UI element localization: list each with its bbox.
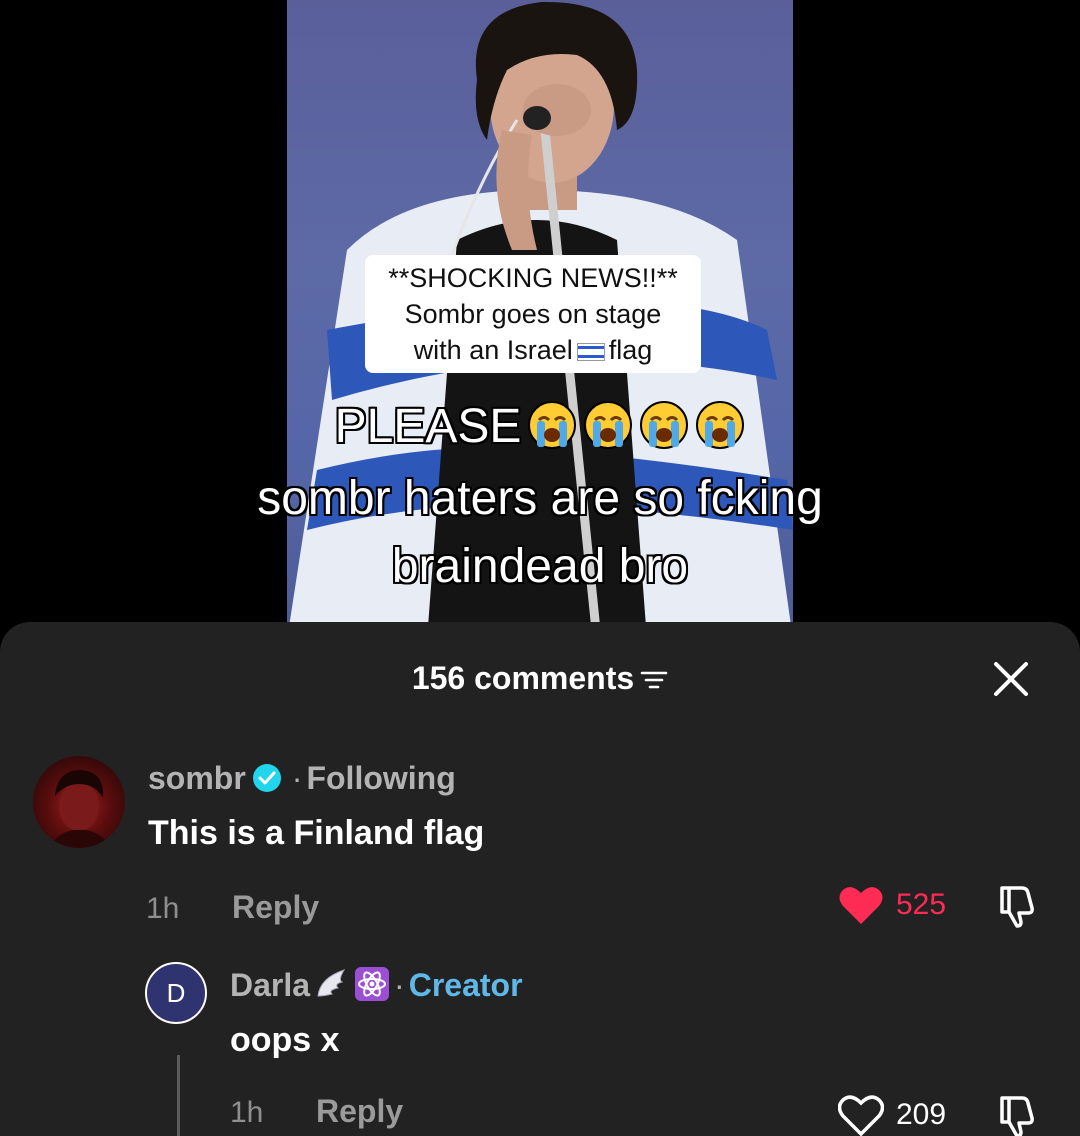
- heart-outline-icon: [838, 1095, 884, 1136]
- overlay-text-line-3: braindead bro: [391, 540, 689, 593]
- avatar[interactable]: D: [145, 962, 207, 1024]
- loudly-crying-emoji-icon: [640, 401, 689, 449]
- angel-wing-icon: [317, 969, 346, 997]
- overlay-text-line-1: PLEASE: [0, 398, 1080, 456]
- heart-filled-icon: [839, 887, 883, 924]
- comment-text: This is a Finland flag: [148, 814, 485, 852]
- comment-author-line: sombr · Following: [148, 760, 456, 797]
- separator-dot: ·: [394, 967, 405, 1003]
- comment-author-line: Darla · Creator: [230, 966, 523, 1004]
- creator-tag: Creator: [408, 967, 523, 1003]
- comment-time: 1h: [230, 1096, 264, 1129]
- reply-thread-line: [177, 1055, 180, 1136]
- comments-sheet: 156 comments: [0, 622, 1080, 1136]
- caption-line-3-before: with an Israel: [413, 335, 573, 365]
- video-caption-box: **SHOCKING NEWS!!** Sombr goes on stage …: [365, 255, 701, 373]
- comments-header: 156 comments: [0, 654, 1080, 704]
- caption-line-3: with an Israel flag: [414, 332, 653, 368]
- comment-author-name[interactable]: Darla: [230, 967, 310, 1003]
- video-player[interactable]: **SHOCKING NEWS!!** Sombr goes on stage …: [0, 0, 1080, 640]
- like-count: 525: [896, 888, 947, 921]
- caption-line-3-after: flag: [608, 335, 653, 365]
- loudly-crying-emoji-icon: [584, 401, 633, 449]
- loudly-crying-emoji-icon: [528, 401, 577, 449]
- verified-badge-icon: [252, 764, 281, 792]
- overlay-please: PLEASE: [334, 400, 522, 453]
- avatar[interactable]: [33, 756, 125, 848]
- following-tag: Following: [306, 760, 456, 796]
- like-button[interactable]: 525: [838, 884, 946, 926]
- comment-time: 1h: [146, 892, 180, 925]
- dislike-icon[interactable]: [994, 1094, 1040, 1136]
- dislike-icon[interactable]: [994, 884, 1040, 928]
- comments-count-label[interactable]: 156 comments: [0, 660, 1080, 697]
- filter-icon[interactable]: [640, 669, 668, 691]
- caption-line-2: Sombr goes on stage: [404, 299, 662, 329]
- close-icon[interactable]: [990, 658, 1032, 700]
- like-count: 209: [896, 1098, 947, 1131]
- israel-flag-icon: [576, 343, 605, 361]
- overlay-text-line-2: sombr haters are so fcking: [257, 472, 823, 525]
- reply-button[interactable]: Reply: [232, 889, 319, 926]
- comments-count-text: 156 comments: [411, 660, 635, 696]
- like-button[interactable]: 209: [838, 1094, 946, 1136]
- separator-dot: ·: [291, 760, 303, 796]
- comment-text: oops x: [230, 1021, 340, 1059]
- loudly-crying-emoji-icon: [696, 401, 745, 449]
- reply-button[interactable]: Reply: [316, 1093, 403, 1130]
- caption-line-1: **SHOCKING NEWS!!**: [388, 263, 678, 293]
- avatar-photo-image: [47, 770, 113, 848]
- comment-author-name[interactable]: sombr: [148, 760, 246, 796]
- atom-symbol-icon: [355, 967, 390, 1001]
